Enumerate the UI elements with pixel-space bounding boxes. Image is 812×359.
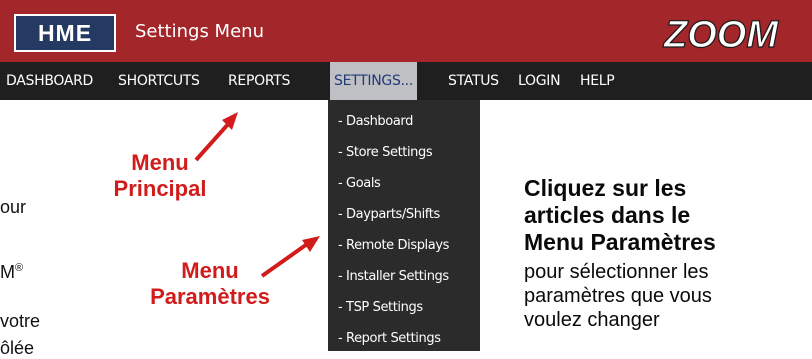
left-fragment-1: our: [0, 197, 27, 217]
registered-mark: ®: [15, 262, 24, 274]
nav-reports[interactable]: REPORTS: [228, 62, 290, 100]
main-nav: DASHBOARD SHORTCUTS REPORTS SETTINGS... …: [0, 62, 812, 100]
arrow-main-menu-icon: [194, 112, 238, 162]
nav-login[interactable]: LOGIN: [518, 62, 561, 100]
nav-settings[interactable]: SETTINGS...: [330, 62, 417, 100]
app-header: HME Settings Menu ZOOM: [0, 0, 812, 62]
zoom-logo-text: ZOOM: [663, 14, 779, 54]
nav-status[interactable]: STATUS: [448, 62, 499, 100]
left-fragment-3: votre: [0, 311, 41, 331]
hme-logo: HME: [14, 14, 116, 52]
nav-dashboard[interactable]: DASHBOARD: [6, 62, 93, 100]
instruction-heading-line3: Menu Paramètres: [524, 229, 716, 255]
instruction-heading: Cliquez sur les articles dans le Menu Pa…: [524, 175, 716, 256]
dropdown-item-tsp-settings[interactable]: - TSP Settings: [338, 300, 423, 320]
settings-dropdown: - Dashboard - Store Settings - Goals - D…: [328, 100, 480, 351]
instruction-heading-line1: Cliquez sur les: [524, 175, 687, 201]
instruction-body-line3: voulez changer: [524, 309, 660, 331]
dropdown-item-goals[interactable]: - Goals: [338, 176, 381, 196]
instruction-body-line1: pour sélectionner les: [524, 261, 709, 283]
dropdown-item-store-settings[interactable]: - Store Settings: [338, 145, 433, 165]
instruction-body: pour sélectionner les paramètres que vou…: [524, 260, 712, 332]
page-title: Settings Menu: [135, 21, 264, 42]
instruction-heading-line2: articles dans le: [524, 202, 691, 228]
callout-main-menu-line2: Principal: [113, 176, 207, 201]
instruction-body-line2: paramètres que vous: [524, 285, 712, 307]
dropdown-item-report-settings[interactable]: - Report Settings: [338, 331, 441, 351]
hme-logo-text: HME: [37, 19, 93, 46]
dropdown-item-remote-displays[interactable]: - Remote Displays: [338, 238, 449, 258]
dropdown-item-dayparts-shifts[interactable]: - Dayparts/Shifts: [338, 207, 440, 227]
left-fragment-2-text: M: [0, 262, 15, 282]
callout-settings-menu-line2: Paramètres: [150, 284, 270, 309]
nav-help[interactable]: HELP: [580, 62, 615, 100]
zoom-logo: ZOOM: [662, 14, 780, 54]
left-fragment-4: ôlée: [0, 338, 35, 358]
nav-shortcuts[interactable]: SHORTCUTS: [118, 62, 200, 100]
dropdown-item-installer-settings[interactable]: - Installer Settings: [338, 269, 449, 289]
dropdown-item-dashboard[interactable]: - Dashboard: [338, 114, 413, 134]
arrow-settings-menu-icon: [260, 236, 320, 278]
left-fragment-2: M®: [0, 262, 23, 283]
